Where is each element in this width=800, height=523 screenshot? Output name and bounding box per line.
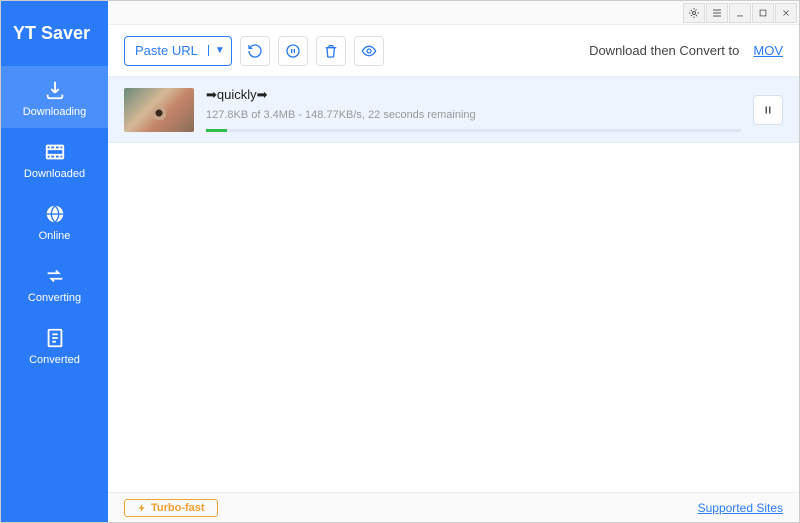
settings-button[interactable] xyxy=(683,3,705,23)
document-icon xyxy=(43,326,67,350)
preview-button[interactable] xyxy=(354,36,384,66)
film-icon xyxy=(43,140,67,164)
bolt-icon xyxy=(137,502,147,514)
minimize-button[interactable] xyxy=(729,3,751,23)
app-title: YT Saver xyxy=(1,1,108,66)
maximize-button[interactable] xyxy=(752,3,774,23)
download-row[interactable]: ➡quickly➡ 127.8KB of 3.4MB - 148.77KB/s,… xyxy=(108,77,799,143)
sidebar-item-label: Downloading xyxy=(23,106,87,118)
menu-button[interactable] xyxy=(706,3,728,23)
sidebar-item-online[interactable]: Online xyxy=(1,190,108,252)
video-thumbnail xyxy=(124,88,194,132)
sidebar-item-converted[interactable]: Converted xyxy=(1,314,108,376)
turbo-label: Turbo-fast xyxy=(151,502,205,514)
download-status: 127.8KB of 3.4MB - 148.77KB/s, 22 second… xyxy=(206,109,741,121)
pause-button[interactable] xyxy=(753,95,783,125)
sidebar-item-downloaded[interactable]: Downloaded xyxy=(1,128,108,190)
download-info: ➡quickly➡ 127.8KB of 3.4MB - 148.77KB/s,… xyxy=(206,87,741,132)
globe-icon xyxy=(43,202,67,226)
convert-format-link[interactable]: MOV xyxy=(753,43,783,58)
convert-to-label: Download then Convert to xyxy=(589,43,739,58)
sidebar: YT Saver Downloading Downloaded Online C… xyxy=(1,1,108,522)
download-list: ➡quickly➡ 127.8KB of 3.4MB - 148.77KB/s,… xyxy=(108,77,799,492)
sidebar-item-downloading[interactable]: Downloading xyxy=(1,66,108,128)
sidebar-item-label: Converted xyxy=(29,354,80,366)
pause-all-button[interactable] xyxy=(278,36,308,66)
footer: Turbo-fast Supported Sites xyxy=(108,492,799,522)
window-titlebar xyxy=(108,1,799,25)
retry-button[interactable] xyxy=(240,36,270,66)
download-title: ➡quickly➡ xyxy=(206,87,741,103)
convert-icon xyxy=(43,264,67,288)
sidebar-item-converting[interactable]: Converting xyxy=(1,252,108,314)
progress-bar xyxy=(206,129,741,132)
turbo-fast-button[interactable]: Turbo-fast xyxy=(124,499,218,517)
close-button[interactable] xyxy=(775,3,797,23)
sidebar-item-label: Converting xyxy=(28,292,81,304)
paste-url-label: Paste URL xyxy=(125,43,208,58)
download-icon xyxy=(43,78,67,102)
chevron-down-icon[interactable]: ▼ xyxy=(208,45,231,56)
main-panel: Paste URL ▼ Download then Convert to MOV… xyxy=(108,1,799,522)
paste-url-button[interactable]: Paste URL ▼ xyxy=(124,36,232,66)
sidebar-item-label: Downloaded xyxy=(24,168,85,180)
delete-button[interactable] xyxy=(316,36,346,66)
progress-fill xyxy=(206,129,227,132)
sidebar-item-label: Online xyxy=(39,230,71,242)
toolbar: Paste URL ▼ Download then Convert to MOV xyxy=(108,25,799,77)
supported-sites-link[interactable]: Supported Sites xyxy=(698,501,783,515)
